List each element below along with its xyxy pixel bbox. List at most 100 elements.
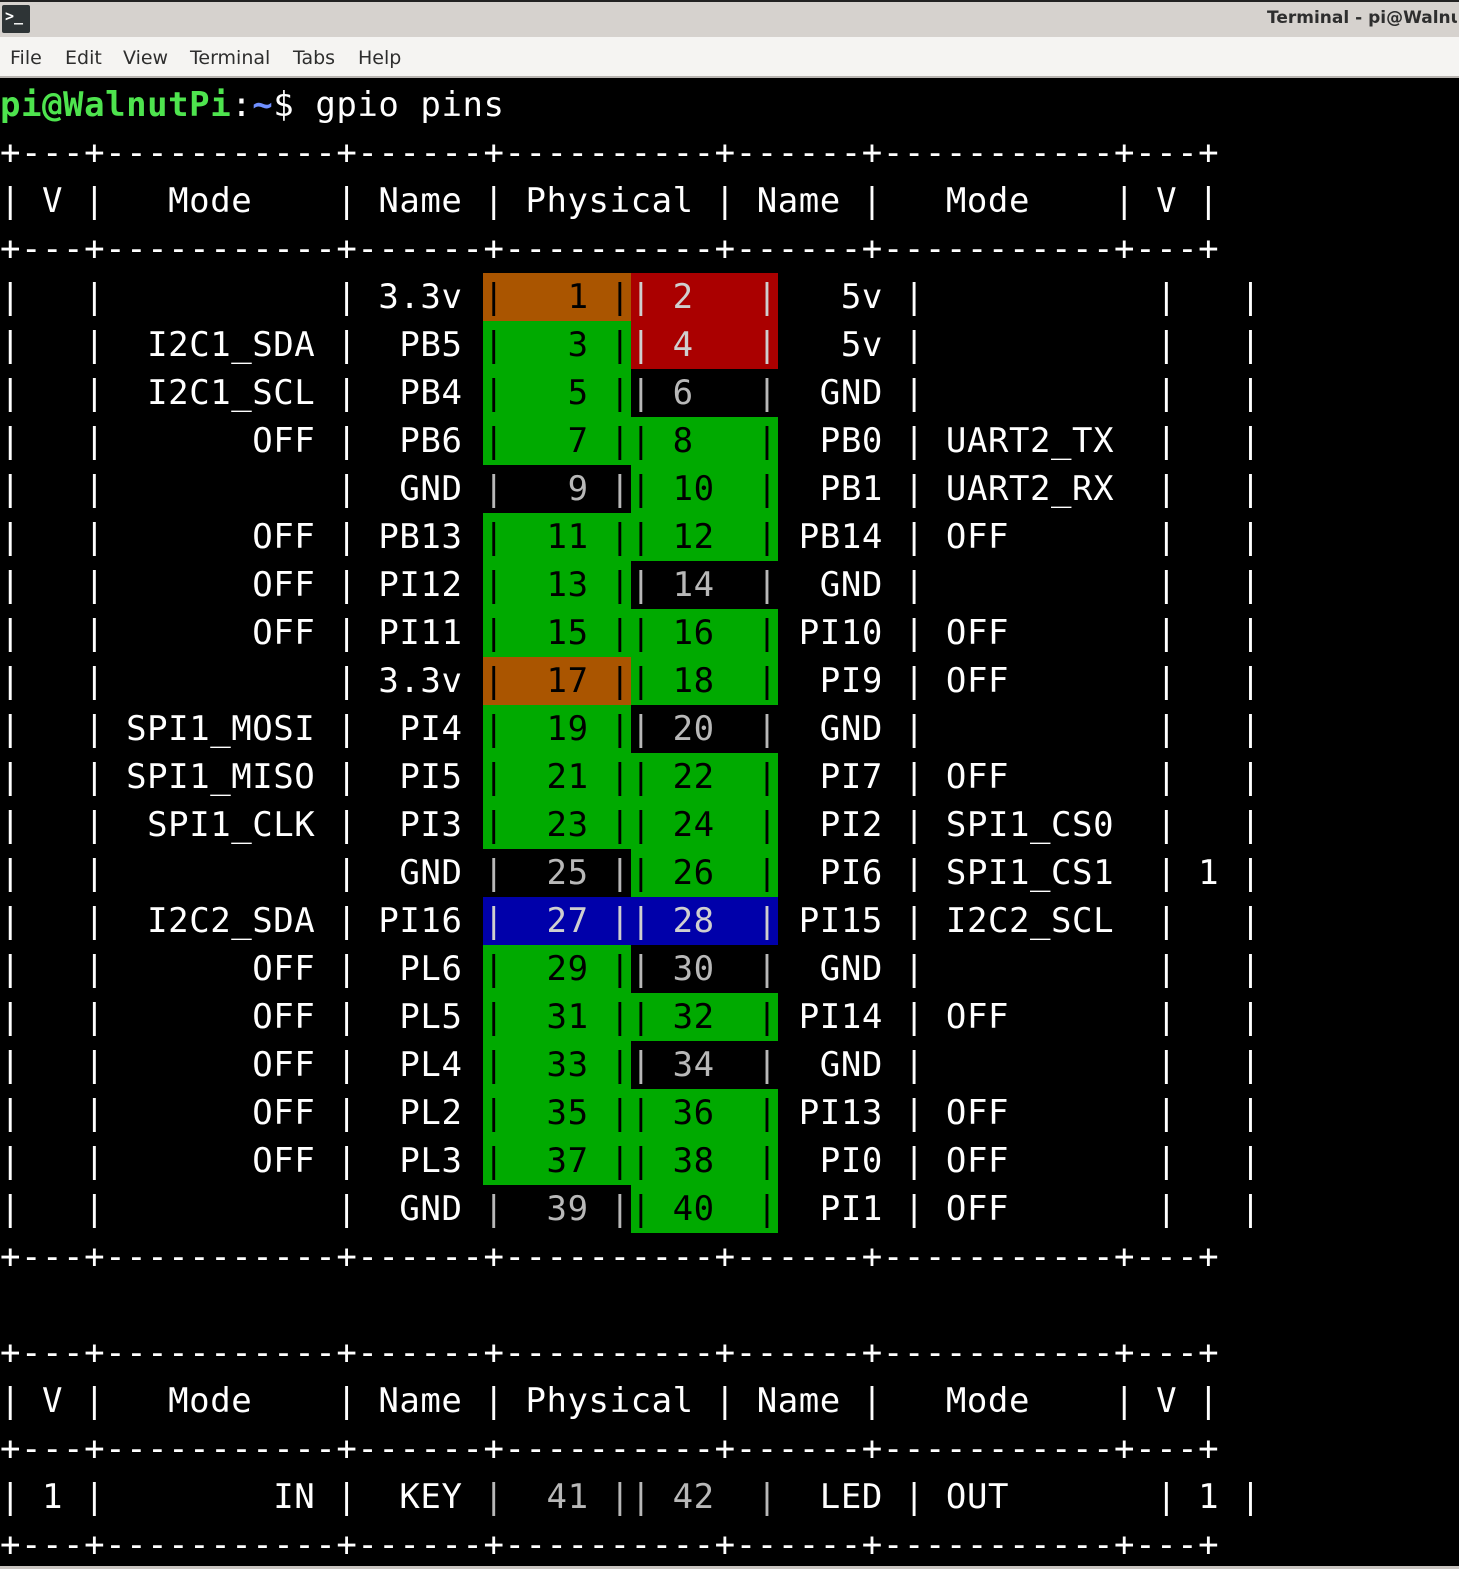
table-border: +---+-----------+------+----------+-----… — [0, 1429, 1220, 1469]
left-pin-number: | 35 | — [483, 1089, 631, 1137]
right-pin-number: | 12 | — [630, 513, 778, 561]
right-mode-cell: | — [924, 277, 1178, 317]
right-name-cell: GND | — [777, 565, 925, 605]
right-v-cell: | — [1177, 421, 1262, 461]
right-name-cell: 5v | — [777, 325, 925, 365]
left-mode-cell: | — [105, 661, 358, 701]
right-pin-number: | 22 | — [630, 753, 778, 801]
left-mode-cell: OFF | — [105, 565, 358, 605]
right-mode-cell: UART2_TX | — [924, 421, 1178, 461]
prompt-line: pi@WalnutPi:~$ gpio pins — [0, 81, 505, 129]
menu-terminal[interactable]: Terminal — [190, 47, 270, 69]
left-v-cell: | | — [0, 1093, 106, 1133]
table-border: +---+-----------+------+----------+-----… — [0, 133, 1220, 173]
menu-file[interactable]: File — [10, 47, 42, 69]
right-mode-cell: OUT | — [924, 1477, 1178, 1517]
left-pin-number: | 7 | — [483, 417, 631, 465]
right-v-cell: | — [1177, 757, 1262, 797]
left-mode-cell: OFF | — [105, 517, 358, 557]
left-pin-number: | 33 | — [483, 1041, 631, 1089]
left-name-cell: PL3 — [357, 1141, 484, 1181]
left-name-cell: PI3 — [357, 805, 484, 845]
right-name-cell: GND | — [777, 709, 925, 749]
terminal-icon[interactable]: >_ — [2, 5, 30, 33]
left-mode-cell: | — [105, 277, 358, 317]
left-mode-cell: SPI1_MOSI | — [105, 709, 358, 749]
left-pin-number: | 3 | — [483, 321, 631, 369]
main-table-row-12: | | | GND | 25 || 26 | PI6 | SPI1_CS1 | … — [0, 849, 1261, 897]
window-title: Terminal - pi@WalnutPi: ~ — [1267, 8, 1457, 28]
table-border: +---+-----------+------+----------+-----… — [0, 229, 1220, 269]
right-mode-cell: OFF | — [924, 997, 1178, 1037]
right-name-cell: PI13 | — [777, 1093, 925, 1133]
terminal-output[interactable]: pi@WalnutPi:~$ gpio pins +---+----------… — [0, 79, 1459, 1569]
main-table-row-10: | | SPI1_MISO | PI5 | 21 || 22 | PI7 | O… — [0, 753, 1261, 801]
left-v-cell: | | — [0, 709, 106, 749]
right-mode-cell: UART2_RX | — [924, 469, 1178, 509]
right-v-cell: | — [1177, 661, 1262, 701]
table-border: +---+-----------+------+----------+-----… — [0, 1333, 1220, 1373]
right-mode-cell: OFF | — [924, 1093, 1178, 1133]
menu-edit[interactable]: Edit — [65, 47, 102, 69]
left-mode-cell: OFF | — [105, 1093, 358, 1133]
left-v-cell: | | — [0, 373, 106, 413]
left-mode-cell: I2C1_SDA | — [105, 325, 358, 365]
left-v-cell: | | — [0, 325, 106, 365]
left-mode-cell: SPI1_MISO | — [105, 757, 358, 797]
right-pin-number: | 18 | — [630, 657, 778, 705]
right-v-cell: 1 | — [1177, 853, 1262, 893]
menu-help[interactable]: Help — [358, 47, 401, 69]
left-v-cell: | | — [0, 661, 106, 701]
right-name-cell: PI0 | — [777, 1141, 925, 1181]
table-border: +---+-----------+------+----------+-----… — [0, 1525, 1220, 1565]
right-pin-number: | 8 | — [630, 417, 778, 465]
left-name-cell: PB6 — [357, 421, 484, 461]
main-table-row-14: | | OFF | PL6 | 29 || 30 | GND | | | — [0, 945, 1261, 993]
left-v-cell: | | — [0, 517, 106, 557]
left-pin-number: | 27 | — [483, 897, 631, 945]
right-mode-cell: OFF | — [924, 1141, 1178, 1181]
left-mode-cell: OFF | — [105, 1045, 358, 1085]
right-mode-cell: OFF | — [924, 661, 1178, 701]
left-pin-number: | 5 | — [483, 369, 631, 417]
left-name-cell: PL6 — [357, 949, 484, 989]
right-mode-cell: OFF | — [924, 517, 1178, 557]
right-v-cell: | — [1177, 325, 1262, 365]
left-pin-number: | 21 | — [483, 753, 631, 801]
left-v-cell: | | — [0, 565, 106, 605]
left-pin-number: | 37 | — [483, 1137, 631, 1185]
left-name-cell: PI4 — [357, 709, 484, 749]
menu-tabs[interactable]: Tabs — [293, 47, 335, 69]
left-pin-number: | 19 | — [483, 705, 631, 753]
right-name-cell: GND | — [777, 1045, 925, 1085]
main-table-row-5: | | OFF | PB13 | 11 || 12 | PB14 | OFF |… — [0, 513, 1261, 561]
main-table-row-1: | | I2C1_SDA | PB5 | 3 || 4 | 5v | | | — [0, 321, 1261, 369]
right-v-cell: | — [1177, 469, 1262, 509]
left-mode-cell: IN | — [105, 1477, 358, 1517]
right-mode-cell: OFF | — [924, 757, 1178, 797]
right-pin-number: | 14 | — [630, 565, 778, 605]
left-pin-number: | 39 | — [483, 1189, 631, 1229]
right-pin-number: | 34 | — [630, 1045, 778, 1085]
right-pin-number: | 38 | — [630, 1137, 778, 1185]
left-v-cell: | | — [0, 613, 106, 653]
prompt-symbol: $ — [273, 85, 316, 125]
menu-view[interactable]: View — [123, 47, 168, 69]
right-pin-number: | 16 | — [630, 609, 778, 657]
main-table-row-0: | | | 3.3v | 1 || 2 | 5v | | | — [0, 273, 1261, 321]
right-mode-cell: I2C2_SCL | — [924, 901, 1178, 941]
right-v-cell: | — [1177, 901, 1262, 941]
main-table-row-6: | | OFF | PI12 | 13 || 14 | GND | | | — [0, 561, 1261, 609]
right-mode-cell: | — [924, 325, 1178, 365]
left-mode-cell: I2C1_SCL | — [105, 373, 358, 413]
left-name-cell: PL4 — [357, 1045, 484, 1085]
right-pin-number: | 24 | — [630, 801, 778, 849]
left-pin-number: | 11 | — [483, 513, 631, 561]
left-pin-number: | 9 | — [483, 469, 631, 509]
left-pin-number: | 41 | — [483, 1477, 631, 1517]
left-name-cell: PB5 — [357, 325, 484, 365]
left-pin-number: | 31 | — [483, 993, 631, 1041]
left-v-cell: | | — [0, 421, 106, 461]
left-v-cell: | | — [0, 901, 106, 941]
right-v-cell: | — [1177, 997, 1262, 1037]
